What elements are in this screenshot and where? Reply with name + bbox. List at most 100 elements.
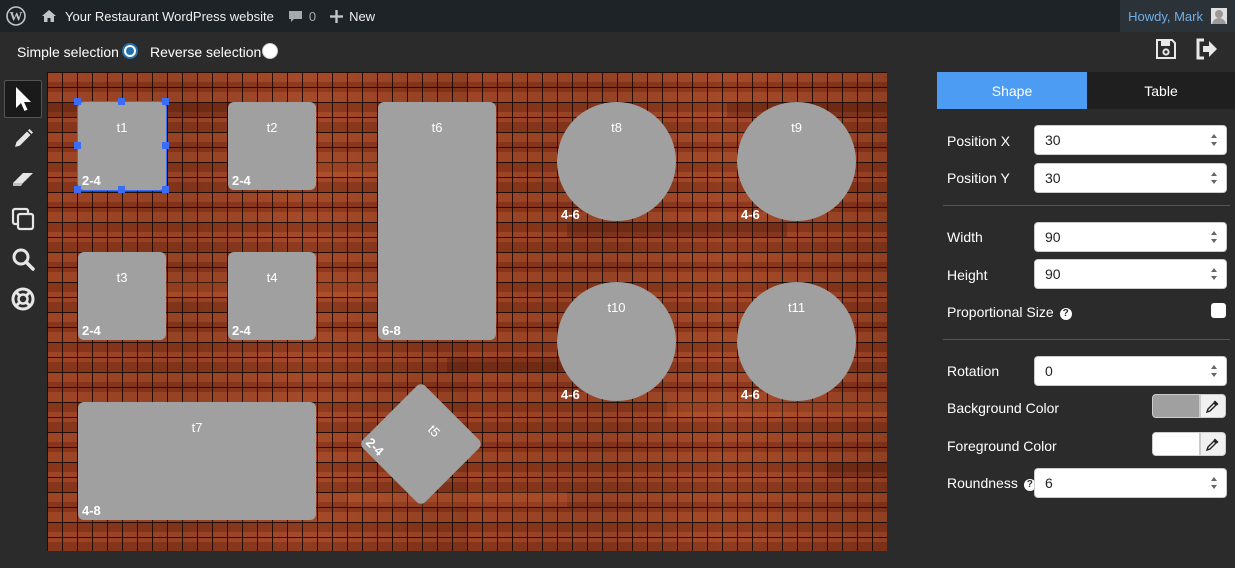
table-capacity: 4-8	[82, 503, 101, 518]
foreground-color-swatch[interactable]	[1152, 432, 1200, 456]
width-value: 90	[1045, 229, 1061, 245]
rotation-label: Rotation	[947, 363, 1000, 379]
floor-canvas[interactable]: t1 2-4 t2 2-4 t3 2-4 t4 2-4 t5 2-4 t6 6-…	[47, 72, 887, 551]
new-label: New	[349, 8, 376, 24]
resize-handle[interactable]	[74, 186, 81, 193]
spinner-arrows[interactable]	[1210, 134, 1218, 146]
divider	[943, 205, 1230, 206]
table-t4[interactable]: t4 2-4	[228, 252, 316, 340]
roundness-input[interactable]: 6	[1034, 468, 1227, 498]
resize-handle[interactable]	[74, 142, 81, 149]
table-t7[interactable]: t7 4-8	[78, 402, 316, 520]
floor-plank	[567, 222, 787, 237]
eraser-icon	[13, 173, 33, 186]
resize-handle[interactable]	[118, 186, 125, 193]
table-t8[interactable]: t8 4-6	[557, 102, 676, 222]
table-t1[interactable]: t1 2-4	[74, 98, 169, 193]
simple-selection-radio[interactable]	[122, 43, 138, 59]
resize-handle[interactable]	[74, 98, 81, 105]
new-content-link[interactable]: New	[323, 0, 382, 32]
spinner-arrows[interactable]	[1210, 477, 1218, 489]
resize-handle[interactable]	[162, 186, 169, 193]
site-name-link[interactable]: Your Restaurant WordPress website	[34, 0, 281, 32]
table-capacity: 2-4	[82, 323, 101, 338]
howdy-label: Howdy, Mark	[1128, 8, 1203, 24]
table-capacity: 2-4	[232, 173, 251, 188]
table-t9[interactable]: t9 4-6	[737, 102, 856, 222]
table-t10[interactable]: t10 4-6	[557, 282, 676, 402]
exit-button[interactable]	[1194, 36, 1220, 62]
tool-palette	[0, 72, 47, 568]
height-input[interactable]: 90	[1034, 259, 1227, 289]
background-color-swatch[interactable]	[1152, 394, 1200, 418]
eraser-tool-button[interactable]	[4, 160, 42, 198]
sign-out-icon	[1196, 38, 1217, 60]
table-t2[interactable]: t2 2-4	[228, 102, 316, 190]
table-capacity: 2-4	[232, 323, 251, 338]
width-input[interactable]: 90	[1034, 222, 1227, 252]
rotation-input[interactable]: 0	[1034, 356, 1227, 386]
save-icon	[1156, 39, 1176, 59]
resize-handle[interactable]	[162, 142, 169, 149]
tab-shape[interactable]: Shape	[937, 72, 1087, 109]
eyedropper-icon	[1206, 400, 1219, 413]
site-name-label: Your Restaurant WordPress website	[65, 8, 274, 24]
rotation-value: 0	[1045, 363, 1053, 379]
spinner-arrows[interactable]	[1210, 268, 1218, 280]
comment-icon	[288, 10, 302, 22]
reverse-selection-label: Reverse selection	[150, 44, 262, 60]
copy-icon	[11, 207, 35, 231]
tab-table-label: Table	[1144, 82, 1178, 99]
reverse-selection-radio[interactable]	[262, 43, 278, 59]
draw-tool-button[interactable]	[4, 120, 42, 158]
table-capacity: 2-4	[363, 434, 387, 459]
save-button[interactable]	[1153, 36, 1179, 62]
spinner-arrows[interactable]	[1210, 231, 1218, 243]
plus-icon	[330, 9, 344, 23]
position-y-input[interactable]: 30	[1034, 163, 1227, 193]
my-account-link[interactable]: Howdy, Mark	[1120, 0, 1235, 32]
tab-table[interactable]: Table	[1087, 72, 1235, 109]
comments-link[interactable]: 0	[281, 0, 323, 32]
tab-shape-label: Shape	[991, 82, 1033, 99]
table-name: t2	[266, 120, 278, 135]
foreground-color-label: Foreground Color	[947, 438, 1057, 454]
wordpress-logo-icon[interactable]: W	[0, 0, 34, 32]
position-x-input[interactable]: 30	[1034, 125, 1227, 155]
background-color-picker-button[interactable]	[1200, 394, 1226, 418]
floor-plank	[667, 402, 887, 417]
table-t11[interactable]: t11 4-6	[737, 282, 856, 402]
table-t5[interactable]: t5 2-4	[358, 381, 484, 507]
table-capacity: 4-6	[741, 207, 760, 222]
height-label: Height	[947, 267, 988, 283]
floor-plank	[347, 492, 567, 507]
resize-handle[interactable]	[162, 98, 169, 105]
eyedropper-icon	[1206, 438, 1219, 451]
duplicate-tool-button[interactable]	[4, 200, 42, 238]
table-name: t7	[191, 420, 203, 435]
divider	[943, 339, 1230, 340]
zoom-tool-button[interactable]	[4, 240, 42, 278]
select-tool-button[interactable]	[4, 80, 42, 118]
spinner-arrows[interactable]	[1210, 172, 1218, 184]
floor-plan-area: t1 2-4 t2 2-4 t3 2-4 t4 2-4 t5 2-4 t6 6-…	[47, 72, 937, 568]
proportional-size-label: Proportional Size?	[947, 304, 1072, 320]
magnifier-icon	[12, 248, 35, 271]
height-value: 90	[1045, 266, 1061, 282]
avatar	[1211, 8, 1227, 24]
background-color-label: Background Color	[947, 400, 1060, 416]
proportional-size-text: Proportional Size	[947, 304, 1054, 320]
svg-text:W: W	[10, 9, 23, 24]
table-name: t6	[431, 120, 443, 135]
help-icon[interactable]: ?	[1059, 308, 1072, 320]
foreground-color-picker-button[interactable]	[1200, 432, 1226, 456]
proportional-size-checkbox[interactable]	[1211, 303, 1226, 318]
resize-handle[interactable]	[118, 98, 125, 105]
spinner-arrows[interactable]	[1210, 365, 1218, 377]
help-tool-button[interactable]	[4, 280, 42, 318]
table-name: t9	[791, 120, 802, 135]
table-t3[interactable]: t3 2-4	[78, 252, 166, 340]
table-capacity: 4-6	[561, 387, 580, 402]
position-y-value: 30	[1045, 170, 1061, 186]
table-t6[interactable]: t6 6-8	[378, 102, 496, 340]
